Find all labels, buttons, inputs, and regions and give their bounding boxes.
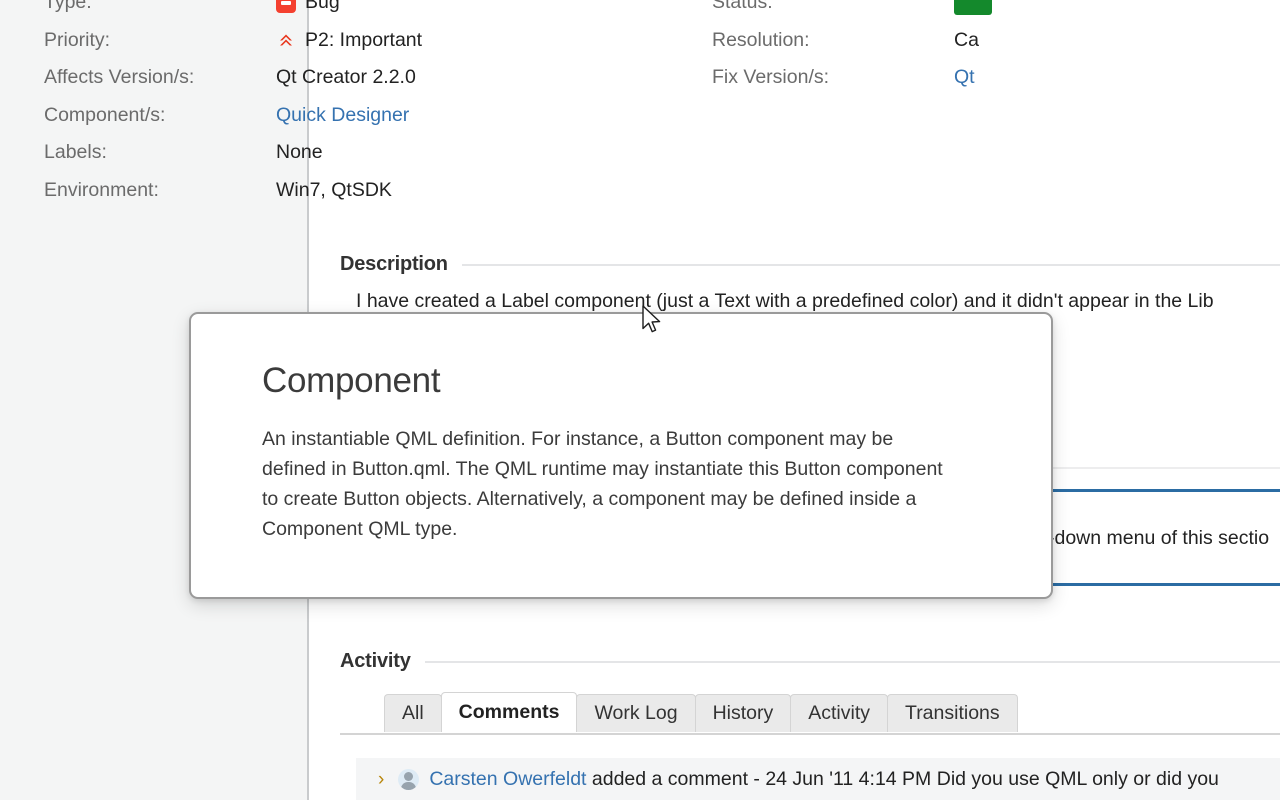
field-row-status: Status: <box>712 0 1012 22</box>
activity-tabs: All Comments Work Log History Activity T… <box>384 692 1018 732</box>
field-value-status <box>954 0 993 16</box>
description-text-after: (just a Text with a predefined color) an… <box>650 290 1214 312</box>
description-heading: Description <box>340 253 448 275</box>
field-label-status: Status: <box>712 0 773 14</box>
field-label-resolution: Resolution: <box>712 28 810 51</box>
tab-work-log[interactable]: Work Log <box>576 694 696 732</box>
description-section-header: Description <box>340 253 1280 276</box>
popup-title: Component <box>262 361 441 400</box>
field-label-affects-version: Affects Version/s: <box>44 66 195 89</box>
comment-summary: Carsten Owerfeldt added a comment - 24 J… <box>429 768 1219 791</box>
field-label-priority: Priority: <box>44 28 111 51</box>
field-label-type: Type: <box>44 0 92 14</box>
tab-activity[interactable]: Activity <box>790 694 888 732</box>
popup-body: An instantiable QML definition. For inst… <box>262 428 943 540</box>
field-value-fix-version-link[interactable]: Qt <box>954 66 975 89</box>
description-text: I have created a Label component (just a… <box>356 288 1280 316</box>
field-label-labels: Labels: <box>44 141 107 164</box>
field-value-type: Bug <box>276 0 340 14</box>
comment-action: added a comment - <box>586 767 766 790</box>
field-row-priority: Priority: P2: Important <box>44 22 604 60</box>
field-row-fix-version: Fix Version/s: Qt <box>712 59 1012 97</box>
field-value-components-link[interactable]: Quick Designer <box>276 104 409 127</box>
field-value-environment: Win7, QtSDK <box>276 178 392 201</box>
comment-list-item: › Carsten Owerfeldt added a comment - 24… <box>356 758 1280 800</box>
tab-all[interactable]: All <box>384 694 442 732</box>
field-row-affects-version: Affects Version/s: Qt Creator 2.2.0 <box>44 59 604 97</box>
issue-fields-right: Status: Resolution: Ca Fix Version/s: Qt <box>712 0 1012 97</box>
priority-major-icon <box>276 30 296 50</box>
issue-fields-left: Type: Bug Priority: P2: Important Affect… <box>44 0 604 209</box>
field-row-resolution: Resolution: Ca <box>712 22 1012 60</box>
tab-transitions[interactable]: Transitions <box>887 694 1018 732</box>
occluded-line-fragment: -down menu of this sectio <box>1048 527 1270 549</box>
field-value-labels: None <box>276 141 323 164</box>
status-badge <box>954 0 993 16</box>
tab-history[interactable]: History <box>694 694 792 732</box>
field-value-resolution: Ca <box>954 28 979 51</box>
field-row-labels: Labels: None <box>44 134 604 172</box>
field-label-environment: Environment: <box>44 178 159 201</box>
field-value-priority: P2: Important <box>276 29 422 52</box>
occluded-light-divider <box>1053 467 1280 469</box>
field-row-environment: Environment: Win7, QtSDK <box>44 172 604 210</box>
activity-heading: Activity <box>340 650 411 672</box>
field-row-components: Component/s: Quick Designer <box>44 97 604 135</box>
tab-comments[interactable]: Comments <box>440 692 578 732</box>
bug-icon <box>276 0 296 13</box>
activity-tabs-underline <box>340 733 1280 735</box>
occluded-blue-rule-bottom <box>1053 583 1280 586</box>
comment-body-fragment: Did you use QML only or did you <box>931 767 1219 790</box>
field-row-type: Type: Bug <box>44 0 604 22</box>
issue-page: Type: Bug Priority: P2: Important Affect… <box>0 0 1280 800</box>
glossary-tooltip-popup: Component An instantiable QML definition… <box>189 312 1053 599</box>
field-label-components: Component/s: <box>44 103 166 126</box>
occluded-blue-rule-top <box>1053 489 1280 492</box>
field-label-fix-version: Fix Version/s: <box>712 66 830 89</box>
avatar <box>398 768 420 790</box>
description-divider <box>461 263 1280 266</box>
expand-chevron-icon[interactable]: › <box>378 770 384 789</box>
comment-timestamp: 24 Jun '11 4:14 PM <box>765 767 932 790</box>
field-value-priority-text: P2: Important <box>305 28 423 51</box>
activity-divider <box>424 660 1280 663</box>
field-value-type-text: Bug <box>305 0 340 14</box>
activity-section-header: Activity <box>340 650 1280 673</box>
comment-author-link[interactable]: Carsten Owerfeldt <box>429 768 586 790</box>
field-value-affects-version: Qt Creator 2.2.0 <box>276 66 416 89</box>
description-text-before: I have created a Label <box>356 290 555 312</box>
